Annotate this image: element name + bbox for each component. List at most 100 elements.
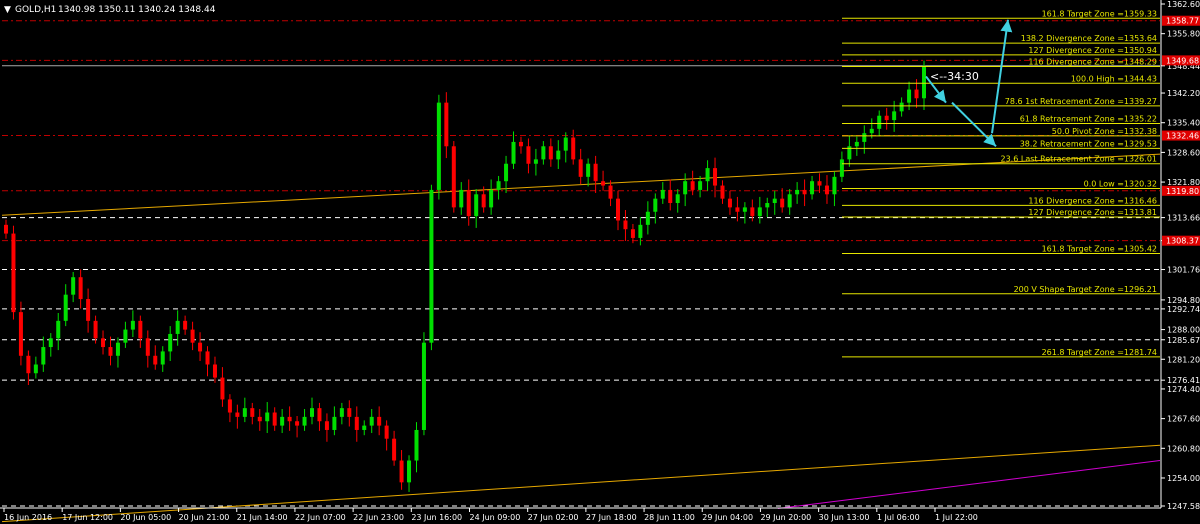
fib-level-label: 78.6 1st Retracement Zone =1339.27 [1005,97,1157,106]
candle-body [429,189,434,343]
price-tick-label: 1362.60 [1167,0,1200,9]
candle-body [757,207,762,217]
candle-body [466,189,471,217]
price-tick-label: 1313.66 [1167,214,1200,223]
candle-body [698,181,703,190]
price-chart[interactable]: 161.8 Target Zone =1359.33 138.2 Divergen… [0,0,1200,524]
candle-body [608,185,613,199]
triangle-down-icon[interactable]: ▼ [4,5,11,15]
candle-body [205,351,210,365]
candle-body [4,224,8,234]
candle-body [287,416,292,422]
candle-body [377,416,382,426]
fib-level-label: 116 Divergence Zone =1348.29 [1028,57,1157,66]
fib-level-label: 61.8 Retracement Zone =1335.22 [1020,114,1157,123]
candle-body [474,194,479,217]
candle-body [227,399,232,413]
candle-body [295,421,300,426]
fib-level-label: 261.8 Target Zone =1281.74 [1042,348,1157,357]
price-tick-label: 1328.60 [1167,148,1200,157]
fib-level-label: 100.0 High =1344.43 [1071,74,1157,83]
candle-body [914,89,919,99]
candle-body [839,159,844,177]
candle-body [153,355,158,365]
candle-body [115,342,120,356]
price-tick-label: 1276.41 [1167,376,1200,385]
candle-body [601,181,606,186]
price-tick-label: 1335.40 [1167,119,1200,128]
ohlc-readout: 1340.98 1350.11 1340.24 1348.44 [58,5,216,15]
candle-body [41,347,46,365]
candle-body [832,176,837,195]
candle-body [869,128,874,134]
bar-countdown: <--34:30 [930,70,979,83]
price-tag-label: 1308.37 [1166,237,1199,246]
candle-body [705,168,710,182]
candle-body [824,185,829,195]
price-tick-label: 1355.80 [1167,30,1200,39]
candle-body [713,168,718,186]
time-tick-label: 24 Jun 09:00 [470,513,521,522]
candle-body [742,207,747,212]
time-tick-label: 23 Jun 16:00 [411,513,462,522]
time-tick-label: 20 Jun 21:00 [179,513,230,522]
price-tick-label: 1247.58 [1167,502,1200,511]
candle-body [795,189,800,195]
candle-body [563,137,568,151]
symbol-label: GOLD,H1 [15,5,56,15]
fib-level-label: 161.8 Target Zone =1305.42 [1042,245,1157,254]
candle-body [183,320,188,330]
candle-body [690,181,695,190]
candle-body [586,163,591,177]
candle-body [892,111,897,121]
time-tick-label: 29 Jun 20:00 [760,513,811,522]
candle-body [414,429,419,461]
price-tick-label: 1288.00 [1167,326,1200,335]
candle-body [720,185,725,199]
price-tick-label: 1254.00 [1167,474,1200,483]
candle-body [302,416,307,426]
candle-body [616,198,620,221]
candle-body [160,351,165,365]
candle-body [518,141,523,147]
candle-body [750,207,755,217]
time-tick-label: 22 Jun 23:00 [353,513,404,522]
candle-body [660,189,665,199]
chart-header: ▼ GOLD,H1 1340.98 1350.11 1340.24 1348.4… [4,5,216,15]
candle-body [11,233,16,313]
candle-body [556,150,561,160]
candle-body [339,408,344,417]
price-tag-label: 1349.68 [1166,56,1199,65]
candle-body [168,333,173,352]
candle-body [675,194,680,204]
candle-body [63,294,68,321]
candle-body [392,438,397,461]
candle-body [101,338,106,348]
time-tick-label: 20 Jun 05:00 [120,513,171,522]
price-tick-label: 1294.80 [1167,296,1200,305]
candle-body [242,408,247,417]
candle-body [212,364,217,378]
fib-level-label: 138.2 Divergence Zone =1353.64 [1021,34,1157,43]
time-tick-label: 28 Jun 11:00 [644,513,695,522]
price-tag-label: 1332.46 [1166,132,1199,141]
candle-body [280,416,285,426]
fib-level-label: 161.8 Target Zone =1359.33 [1042,9,1157,18]
candle-body [130,320,135,330]
candle-body [862,133,867,142]
candle-body [899,102,904,112]
price-tag-label: 1319.80 [1166,187,1199,196]
candle-body [138,320,143,339]
candle-body [310,408,314,417]
candle-body [877,115,882,129]
candle-body [653,198,658,212]
candle-body [272,412,277,426]
price-tick-label: 1285.67 [1167,336,1200,345]
fib-level-label: 116 Divergence Zone =1316.46 [1028,196,1157,205]
price-tick-label: 1342.20 [1167,89,1200,98]
candle-body [257,416,262,422]
candle-body [332,416,337,430]
candle-body [571,137,576,160]
time-tick-label: 1 Jul 22:00 [935,513,978,522]
candle-body [407,460,412,483]
